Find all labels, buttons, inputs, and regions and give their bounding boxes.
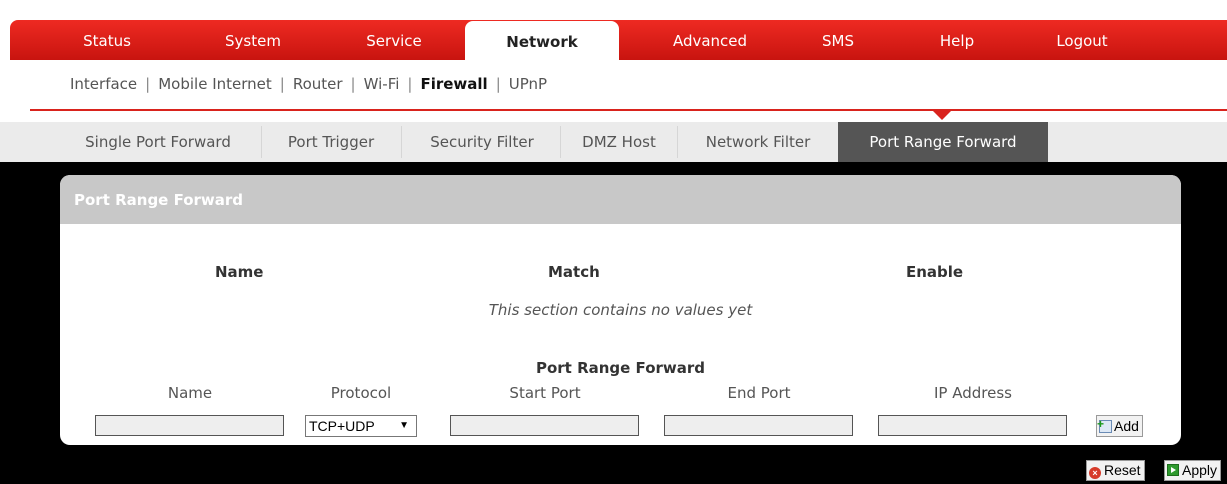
main-nav-system[interactable]: System (203, 20, 303, 60)
add-button-label: Add (1114, 418, 1139, 434)
protocol-select[interactable]: TCP+UDP ▼ (305, 415, 417, 437)
column-header-match: Match (548, 263, 600, 281)
reset-icon: × (1089, 467, 1101, 479)
form-title: Port Range Forward (535, 359, 706, 377)
sub-nav-upnp[interactable]: UPnP (509, 75, 547, 93)
column-header-enable: Enable (906, 263, 964, 281)
top-header: Status System Service Network Advanced S… (0, 0, 1227, 162)
sub-nav-interface[interactable]: Interface (70, 75, 137, 93)
name-label: Name (167, 384, 213, 402)
column-header-name: Name (215, 263, 264, 281)
main-nav-network[interactable]: Network (465, 21, 619, 61)
sub-nav-mobile-internet[interactable]: Mobile Internet (158, 75, 272, 93)
main-nav-service[interactable]: Service (344, 20, 444, 60)
ip-address-input[interactable] (878, 415, 1067, 436)
sub-nav-separator: | (350, 75, 356, 93)
sub-nav: Interface | Mobile Internet | Router | Wi-Fi | F… (70, 75, 547, 97)
port-range-forward-panel: Port Range Forward Name Match Enable Thi… (60, 175, 1181, 445)
tab-network-filter[interactable]: Network Filter (680, 122, 836, 162)
reset-button[interactable]: × Reset (1086, 460, 1145, 481)
firewall-tab-bar: Single Port Forward Port Trigger Securit… (0, 122, 1227, 162)
add-button[interactable]: Add (1096, 414, 1143, 437)
main-nav-help[interactable]: Help (922, 20, 992, 60)
sub-nav-separator: | (145, 75, 151, 93)
main-nav: Status System Service Network Advanced S… (10, 20, 1227, 61)
empty-table-message: This section contains no values yet (488, 301, 753, 319)
sub-nav-router[interactable]: Router (293, 75, 343, 93)
sub-nav-wifi[interactable]: Wi-Fi (364, 75, 400, 93)
end-port-input[interactable] (664, 415, 853, 436)
tab-divider (401, 126, 402, 158)
tab-port-trigger[interactable]: Port Trigger (264, 122, 398, 162)
main-nav-advanced[interactable]: Advanced (660, 20, 760, 60)
tab-divider (560, 126, 561, 158)
sub-nav-separator: | (279, 75, 285, 93)
name-input[interactable] (95, 415, 284, 436)
divider-line (30, 109, 1227, 111)
tab-single-port-forward[interactable]: Single Port Forward (58, 122, 258, 162)
apply-button-label: Apply (1182, 462, 1218, 478)
apply-button[interactable]: Apply (1164, 460, 1222, 481)
tab-security-filter[interactable]: Security Filter (404, 122, 560, 162)
protocol-selected-value: TCP+UDP (309, 418, 375, 434)
reset-button-label: Reset (1104, 462, 1141, 478)
caret-down-icon: ▼ (399, 420, 409, 431)
tab-dmz-host[interactable]: DMZ Host (563, 122, 675, 162)
protocol-label: Protocol (330, 384, 392, 402)
sub-nav-separator: | (407, 75, 413, 93)
main-nav-logout[interactable]: Logout (1037, 20, 1127, 60)
sub-nav-firewall[interactable]: Firewall (420, 75, 487, 93)
tab-divider (261, 126, 262, 158)
main-nav-sms[interactable]: SMS (803, 20, 873, 60)
main-nav-status[interactable]: Status (57, 20, 157, 60)
ip-address-label: IP Address (934, 384, 1012, 402)
end-port-label: End Port (727, 384, 791, 402)
apply-icon (1167, 464, 1179, 476)
add-document-icon (1097, 414, 1112, 434)
start-port-input[interactable] (450, 415, 639, 436)
panel-title: Port Range Forward (60, 175, 1181, 224)
active-tab-pointer-icon (933, 111, 951, 120)
sub-nav-separator: | (495, 75, 501, 93)
tab-divider (677, 126, 678, 158)
tab-port-range-forward[interactable]: Port Range Forward (838, 122, 1048, 162)
start-port-label: Start Port (509, 384, 581, 402)
